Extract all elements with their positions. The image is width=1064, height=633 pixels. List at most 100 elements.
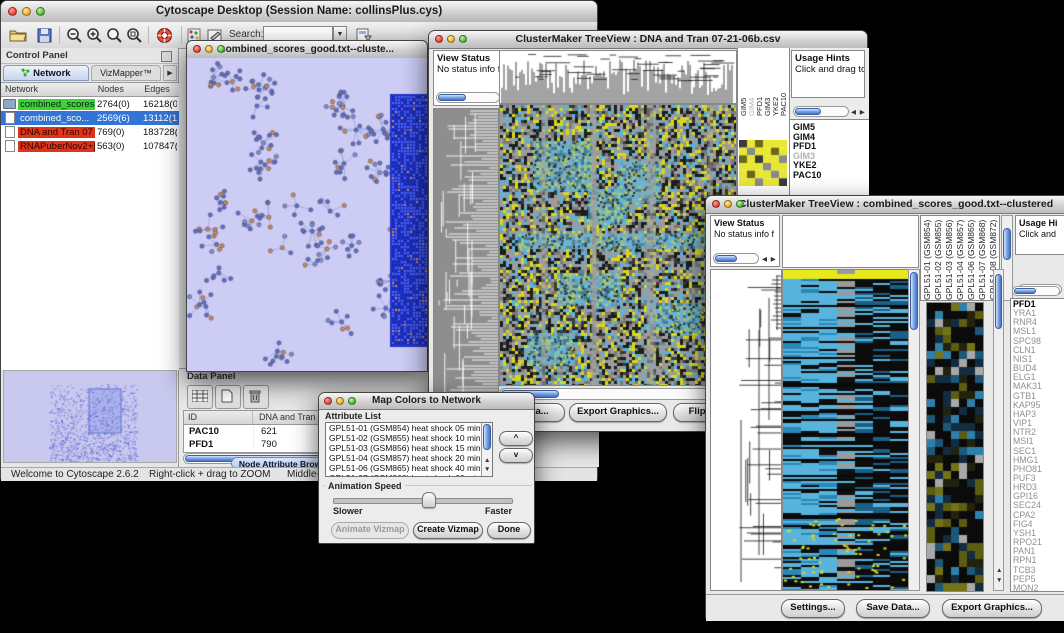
close-button[interactable] [712,200,720,208]
delete-attribute-trash-icon[interactable] [243,385,269,409]
scroll-arrows[interactable]: ◀ ▶ [762,255,777,265]
help-icon[interactable] [153,25,175,45]
zoom-button[interactable] [217,45,225,53]
column-label: GPL51-04 (GSM857) [955,217,966,300]
attribute-list-item[interactable]: GPL51-06 (GSM865) heat shock 40 min [326,463,492,473]
gene-label: MON2 [1013,584,1042,592]
float-panel-icon[interactable] [161,51,172,62]
minimize-button[interactable] [447,35,455,43]
control-panel-header: Control Panel [1,48,178,64]
usage-hints-hscrollbar[interactable] [793,106,849,117]
main-title-bar[interactable]: Cytoscape Desktop (Session Name: collins… [1,1,597,23]
scroll-thumb[interactable] [483,424,491,450]
export-graphics-button[interactable]: Export Graphics... [569,403,667,422]
attribute-list-item[interactable]: GPL51-04 (GSM857) heat shock 20 min [326,453,492,463]
new-attribute-icon[interactable] [215,385,241,409]
scroll-arrow-down[interactable]: ▼ [996,576,1003,586]
view-status-hscrollbar[interactable] [713,253,759,264]
open-icon[interactable] [7,25,29,45]
minimize-button[interactable] [22,7,31,16]
zoom-button[interactable] [348,397,356,405]
network-table-row[interactable]: combined_sco...2569(6)13112(15) [1,111,179,125]
export-graphics-button[interactable]: Export Graphics... [942,599,1042,618]
mini-heatmap-row-labels: GIM5GIM4PFD1GIM3YKE2PAC10 [793,123,821,180]
mini-heatmap-canvas[interactable] [739,140,787,186]
network-name: combined_sco... [18,113,91,124]
edges-count: 13112(15) [141,113,177,124]
gene-dendrogram-canvas[interactable] [710,269,782,591]
network-view-window: combined_scores_good.txt--cluste... [186,40,428,372]
settings-button[interactable]: Settings... [781,599,845,618]
animation-speed-slider-thumb[interactable] [422,492,436,508]
scroll-thumb[interactable] [795,108,821,115]
treeview-bottom-button-bar: Settings... Save Data... Export Graphics… [706,594,1064,621]
zoom-selected-icon[interactable] [123,25,145,45]
close-button[interactable] [193,45,201,53]
move-up-button[interactable]: ^ [499,431,533,446]
tab-network[interactable]: Network [3,65,89,81]
network-table-row[interactable]: combined_scores2764(0)16218(0) [1,97,179,111]
main-heatmap-canvas[interactable] [782,269,909,591]
minimize-button[interactable] [205,45,213,53]
network-table-row[interactable]: RNAPuberNov2+|563(0)107847(0) [1,139,179,153]
column-dendrogram-canvas[interactable] [499,50,737,104]
scroll-arrows[interactable]: ◀ ▶ [851,108,866,118]
header-id[interactable]: ID [184,411,253,424]
done-button[interactable]: Done [487,522,531,539]
save-data-button[interactable]: Save Data... [856,599,930,618]
animate-vizmap-button[interactable]: Animate Vizmap [331,522,409,539]
scroll-thumb[interactable] [1003,228,1011,260]
network-table-row[interactable]: DNA and Tran 07769(0)183728(0) [1,125,179,139]
header-nodes[interactable]: Nodes [96,83,142,96]
scroll-thumb[interactable] [1014,288,1036,294]
close-button[interactable] [8,7,17,16]
attribute-list-item[interactable]: GPL51-02 (GSM855) heat shock 10 min [326,433,492,443]
tab-network-label: Network [33,68,70,79]
zoom-heatmap-vscrollbar[interactable]: ▲ ▼ [993,269,1004,591]
treeview-bottom-title-bar[interactable]: ClusterMaker TreeView : combined_scores_… [706,196,1064,214]
scroll-arrow-up[interactable]: ▲ [996,566,1003,576]
close-button[interactable] [324,397,332,405]
gene-list-hscrollbar[interactable] [1012,286,1060,296]
attribute-table-icon[interactable] [187,385,213,409]
heatmap-vscrollbar[interactable] [908,269,920,591]
zoom-heatmap-canvas[interactable] [926,302,984,592]
view-status-hscrollbar[interactable] [436,92,500,103]
zoom-button[interactable] [36,7,45,16]
header-edges[interactable]: Edges [142,83,179,96]
nodes-count: 2764(0) [95,99,141,110]
scroll-thumb[interactable] [995,274,1002,329]
tab-overflow-button[interactable]: ▶ [163,65,177,81]
attribute-list-item[interactable]: GPL51-01 (GSM854) heat shock 05 min [326,423,492,433]
toolbar-separator [59,26,60,44]
gene-dendrogram-canvas[interactable] [433,108,499,402]
header-network[interactable]: Network [1,83,96,96]
minimize-button[interactable] [724,200,732,208]
network-canvas[interactable] [187,58,427,371]
status-hint-middle: Middle- [287,469,320,480]
scroll-thumb[interactable] [715,255,737,262]
attribute-list-item[interactable]: GPL51-07 (GSM868) heat shock 60 min [326,473,492,477]
attribute-list-item[interactable]: GPL51-03 (GSM856) heat shock 15 min [326,443,492,453]
main-heatmap-canvas[interactable] [499,104,737,386]
create-vizmap-button[interactable]: Create Vizmap [413,522,483,539]
birdseye-view-canvas[interactable] [3,370,177,463]
close-button[interactable] [435,35,443,43]
save-icon[interactable] [33,25,55,45]
network-name: combined_scores [18,99,95,110]
treeview-top-title-bar[interactable]: ClusterMaker TreeView : DNA and Tran 07-… [429,31,867,49]
tab-vizmapper[interactable]: VizMapper™ [91,65,161,81]
scroll-thumb[interactable] [910,272,918,330]
zoom-in-icon[interactable] [83,25,105,45]
minimize-button[interactable] [336,397,344,405]
column-dendrogram-panel[interactable] [782,215,919,268]
scroll-thumb[interactable] [438,94,466,101]
gene-id: PAC10 [184,426,254,437]
zoom-button[interactable] [459,35,467,43]
zoom-fit-icon[interactable] [103,25,125,45]
attribute-list-vscrollbar[interactable]: ▲ ▼ [481,423,492,476]
move-down-button[interactable]: v [499,448,533,463]
zoom-button[interactable] [736,200,744,208]
zoom-out-icon[interactable] [63,25,85,45]
scroll-arrow-down[interactable]: ▼ [484,465,491,475]
